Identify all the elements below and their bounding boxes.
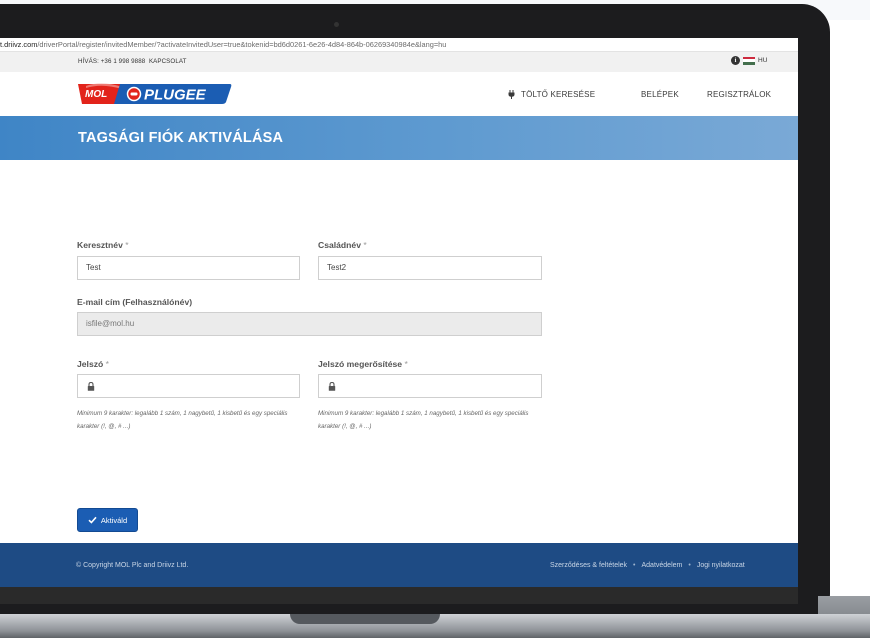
required-marker: * [404, 359, 408, 369]
email-field: isfile@mol.hu [77, 312, 542, 336]
url-path: /driverPortal/register/invitedMember/?ac… [37, 40, 447, 49]
page-title: TAGSÁGI FIÓK AKTIVÁLÁSA [78, 130, 284, 146]
password-label-text: Jelszó [77, 359, 104, 369]
logo-plugee-text: PLUGEE [144, 87, 207, 104]
hungarian-flag-icon [743, 56, 755, 65]
lock-icon [328, 382, 336, 391]
password-confirm-input[interactable] [318, 374, 542, 398]
password-input[interactable] [77, 374, 300, 398]
footer-link-legal[interactable]: Jogi nyilatkozat [697, 562, 745, 569]
call-text: HÍVÁS: +36 1 998 9888 [78, 58, 146, 65]
address-bar[interactable]: t.driivz.com/driverPortal/register/invit… [0, 38, 798, 52]
language-label: HU [758, 57, 768, 64]
activate-button-label: Aktiváld [100, 515, 128, 525]
copyright-text: © Copyright MOL Plc and Driivz Ltd. [76, 562, 189, 569]
required-marker: * [105, 359, 110, 369]
nav-register[interactable]: REGISZTRÁLOK [707, 90, 771, 99]
first-name-label-text: Keresztnév [77, 240, 123, 250]
checkmark-icon [88, 516, 97, 524]
password-confirm-label: Jelszó megerősítése * [318, 359, 408, 369]
first-name-input[interactable]: Test [77, 256, 300, 280]
footer-separator: • [688, 562, 691, 569]
last-name-label-text: Családnév [318, 240, 361, 250]
contact-link[interactable]: KAPCSOLAT [149, 58, 187, 65]
site-footer: © Copyright MOL Plc and Driivz Ltd. Szer… [0, 543, 798, 587]
activate-button[interactable]: Aktiváld [77, 508, 138, 532]
url-host: t.driivz.com [0, 40, 38, 49]
language-selector[interactable]: i HU [731, 56, 767, 65]
lock-icon [87, 382, 95, 391]
laptop-notch [290, 614, 440, 624]
email-label: E-mail cím (Felhasználónév) [77, 297, 193, 307]
last-name-input[interactable]: Test2 [318, 256, 542, 280]
nav-find-charger[interactable]: TÖLTŐ KERESÉSE [508, 90, 595, 99]
browser-viewport: t.driivz.com/driverPortal/register/invit… [0, 38, 798, 604]
footer-link-privacy[interactable]: Adatvédelem [642, 562, 683, 569]
footer-link-terms[interactable]: Szerződéses & feltételek [550, 562, 627, 569]
first-name-label: Keresztnév * [77, 240, 129, 250]
footer-separator: • [633, 562, 636, 569]
password-confirm-hint: Minimum 9 karakter: legalább 1 szám, 1 n… [318, 410, 529, 430]
info-icon[interactable]: i [731, 56, 740, 65]
nav-login[interactable]: BELÉPEK [641, 90, 679, 99]
mol-plugee-logo[interactable]: MOL PLUGEE [76, 81, 232, 107]
top-bar: HÍVÁS: +36 1 998 9888 KAPCSOLAT i HU [0, 52, 798, 72]
required-marker: * [363, 240, 367, 250]
nav-find-charger-label: TÖLTŐ KERESÉSE [521, 90, 596, 99]
footer-bottom-strip [0, 587, 798, 604]
last-name-label: Családnév * [318, 240, 367, 250]
camera-icon [334, 22, 339, 27]
footer-links: Szerződéses & feltételek • Adatvédelem • Jog… [550, 562, 745, 569]
logo-mol-text: MOL [85, 89, 107, 100]
password-hint: Minimum 9 karakter: legalább 1 szám, 1 n… [77, 410, 288, 430]
site-header: MOL PLUGEE TÖLTŐ KERESÉSE BELÉPEK REGISZ… [0, 72, 798, 116]
contact-info: HÍVÁS: +36 1 998 9888 KAPCSOLAT [78, 58, 187, 65]
required-marker: * [125, 240, 129, 250]
plug-icon [508, 90, 515, 99]
password-label: Jelszó * [77, 359, 109, 369]
activation-form: Keresztnév * Test Családnév * Test2 E-ma… [0, 160, 798, 540]
password-confirm-label-text: Jelszó megerősítése [318, 359, 403, 369]
page-banner: TAGSÁGI FIÓK AKTIVÁLÁSA [0, 116, 798, 160]
